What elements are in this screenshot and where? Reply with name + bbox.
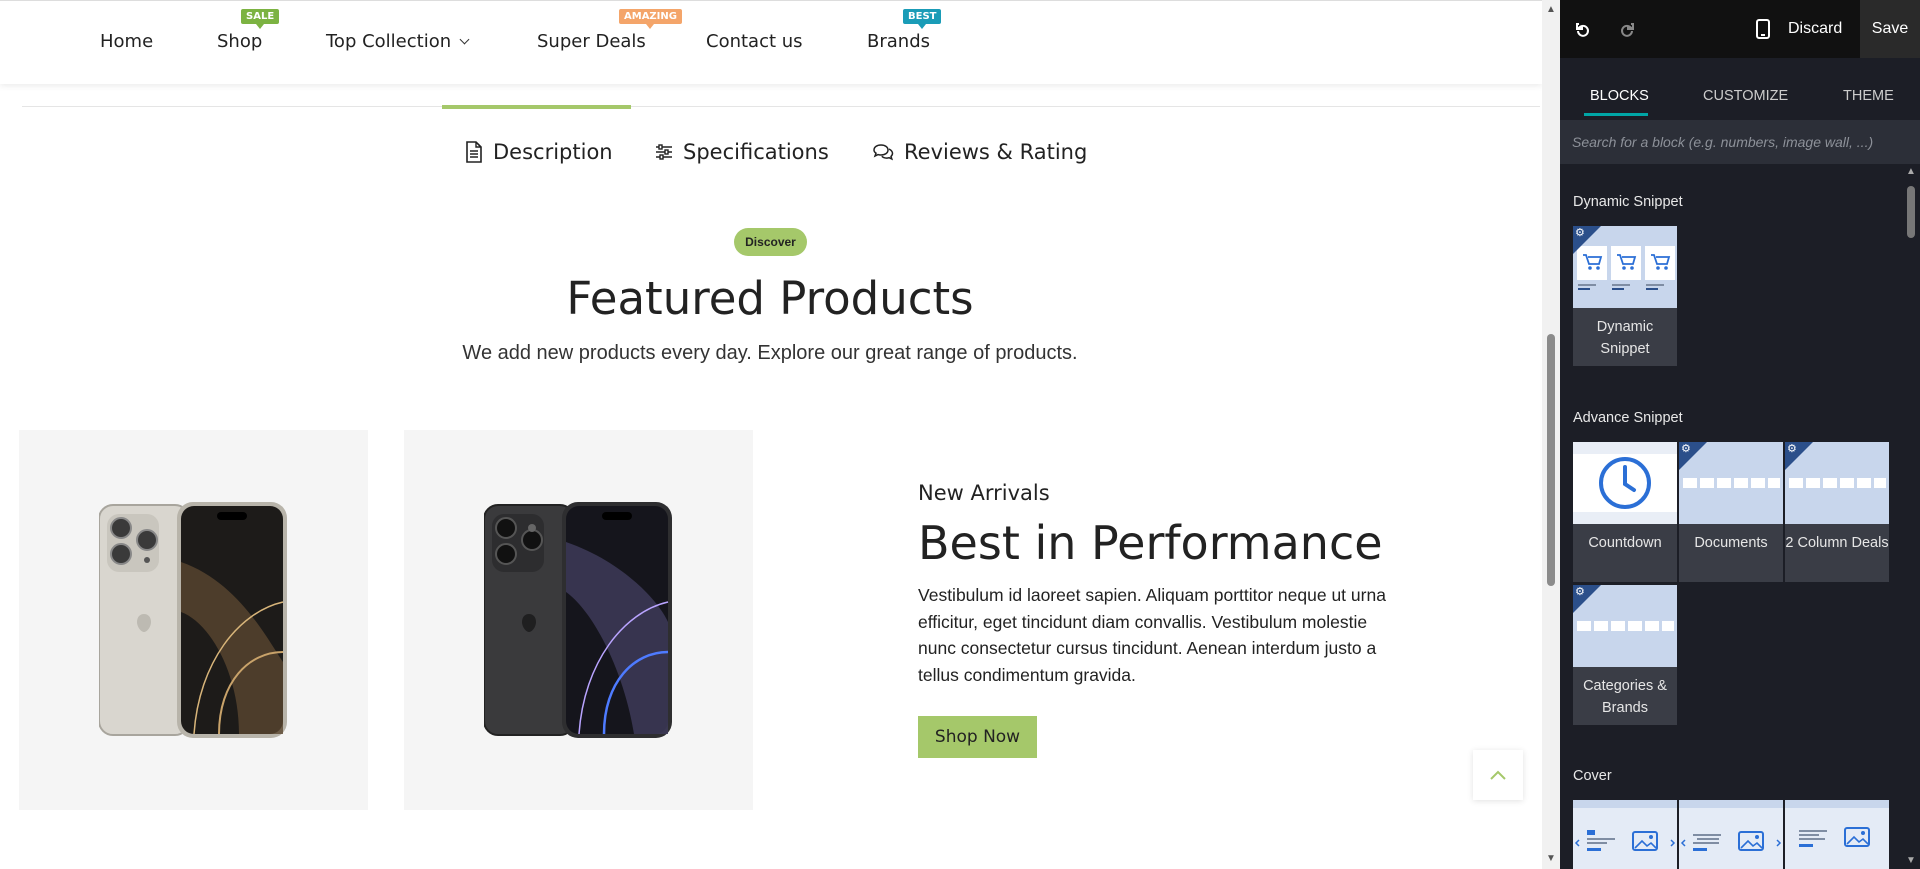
block-search-field[interactable]: [1560, 120, 1920, 164]
save-button[interactable]: Save: [1860, 0, 1920, 58]
block-cover[interactable]: [1573, 800, 1677, 869]
page-scrollbar[interactable]: ▲ ▼: [1542, 0, 1560, 869]
block-cover[interactable]: [1785, 800, 1889, 869]
nav-item-label: Top Collection: [326, 31, 452, 52]
gear-icon: ⚙: [1681, 443, 1691, 455]
scroll-down-arrow-icon[interactable]: ▼: [1902, 853, 1920, 869]
product-image: [99, 502, 287, 738]
editor-scrollbar[interactable]: ▲ ▼: [1902, 164, 1920, 869]
block-categories-brands[interactable]: ⚙ Categories & Brands: [1573, 585, 1677, 725]
section-subtitle: We add new products every day. Explore o…: [462, 342, 1078, 364]
redo-icon[interactable]: [1616, 18, 1638, 40]
block-countdown[interactable]: Countdown: [1573, 442, 1677, 582]
section-title-cover: Cover: [1573, 768, 1612, 784]
section-title-dynamic: Dynamic Snippet: [1573, 194, 1683, 210]
tab-description[interactable]: Description: [465, 140, 613, 164]
block-search-input[interactable]: [1560, 120, 1920, 164]
tab-label: Specifications: [683, 140, 829, 164]
block-cover[interactable]: [1679, 800, 1783, 869]
nav-item-label: Super Deals: [537, 31, 646, 52]
promo-title: Best in Performance: [918, 516, 1383, 570]
block-label: Documents: [1694, 535, 1768, 551]
nav-item-label: Shop: [217, 31, 263, 52]
product-card[interactable]: [404, 430, 753, 810]
gear-icon: ⚙: [1787, 443, 1797, 455]
main-navigation: Home SALE Shop Top Collection AMAZING Su…: [0, 0, 1542, 84]
block-label: Countdown: [1588, 535, 1662, 551]
amazing-badge: AMAZING: [619, 9, 682, 29]
block-label: Categories & Brands: [1583, 678, 1667, 716]
shop-now-button[interactable]: Shop Now: [918, 716, 1037, 758]
gear-icon: ⚙: [1575, 586, 1585, 598]
chevron-down-icon: [459, 34, 470, 45]
gear-icon: ⚙: [1575, 227, 1585, 239]
scroll-up-arrow-icon[interactable]: ▲: [1902, 164, 1920, 180]
tab-blocks[interactable]: BLOCKS: [1590, 88, 1649, 104]
scrollbar-thumb[interactable]: [1547, 334, 1555, 586]
best-badge: BEST: [903, 9, 942, 29]
website-preview: Home SALE Shop Top Collection AMAZING Su…: [0, 0, 1560, 869]
nav-item-label: Brands: [867, 31, 930, 52]
sale-badge: SALE: [241, 9, 280, 29]
block-thumbnail: ⚙: [1573, 226, 1677, 308]
chat-icon: [873, 144, 894, 161]
block-thumbnail: [1679, 800, 1783, 869]
block-thumbnail: ⚙: [1785, 442, 1889, 524]
block-thumbnail: ⚙: [1573, 585, 1677, 667]
block-documents[interactable]: ⚙ Documents: [1679, 442, 1783, 582]
nav-item-top-collection[interactable]: Top Collection: [326, 31, 470, 52]
scroll-down-arrow-icon[interactable]: ▼: [1542, 851, 1560, 867]
tab-customize[interactable]: CUSTOMIZE: [1703, 88, 1788, 104]
tabs-divider: [22, 106, 1540, 107]
mobile-preview-icon[interactable]: [1752, 18, 1774, 40]
scrollbar-thumb[interactable]: [1907, 186, 1915, 238]
discover-badge: Discover: [734, 228, 807, 256]
block-thumbnail: [1785, 800, 1889, 869]
editor-toolbar: Discard Save: [1560, 0, 1920, 58]
active-tab-indicator: [442, 105, 631, 109]
tab-label: Reviews & Rating: [904, 140, 1088, 164]
sliders-icon: [656, 144, 672, 160]
block-thumbnail: ⚙: [1679, 442, 1783, 524]
tab-label: Description: [493, 140, 613, 164]
section-title: Featured Products: [566, 272, 974, 325]
scroll-up-arrow-icon[interactable]: ▲: [1542, 2, 1560, 18]
nav-item-super-deals[interactable]: AMAZING Super Deals: [537, 9, 682, 52]
product-image: [484, 502, 672, 738]
active-tab-underline: [1584, 113, 1648, 116]
editor-panel: Discard Save BLOCKS CUSTOMIZE THEME Dyna…: [1560, 0, 1920, 869]
tab-specifications[interactable]: Specifications: [655, 140, 829, 164]
undo-icon[interactable]: [1572, 18, 1594, 40]
tab-theme[interactable]: THEME: [1843, 88, 1894, 104]
discard-button[interactable]: Discard: [1788, 20, 1842, 38]
nav-item-contact[interactable]: Contact us: [706, 31, 803, 52]
block-dynamic-snippet[interactable]: ⚙ Dynamic Snippet: [1573, 226, 1677, 366]
scroll-to-top-button[interactable]: [1473, 750, 1523, 800]
chevron-up-icon: [1490, 770, 1506, 780]
nav-item-brands[interactable]: BEST Brands: [867, 9, 942, 52]
promo-label: New Arrivals: [918, 481, 1050, 505]
tab-reviews[interactable]: Reviews & Rating: [872, 140, 1087, 164]
block-2-column-deals[interactable]: ⚙ 2 Column Deals: [1785, 442, 1889, 582]
document-icon: [466, 141, 482, 163]
block-label: Dynamic Snippet: [1596, 319, 1654, 357]
block-label: 2 Column Deals: [1785, 535, 1889, 551]
section-title-advance: Advance Snippet: [1573, 410, 1683, 426]
product-card[interactable]: [19, 430, 368, 810]
nav-item-shop[interactable]: SALE Shop: [217, 9, 280, 52]
block-thumbnail: [1573, 442, 1677, 524]
nav-item-home[interactable]: Home: [100, 31, 153, 52]
block-thumbnail: [1573, 800, 1677, 869]
promo-body: Vestibulum id laoreet sapien. Aliquam po…: [918, 585, 1386, 685]
